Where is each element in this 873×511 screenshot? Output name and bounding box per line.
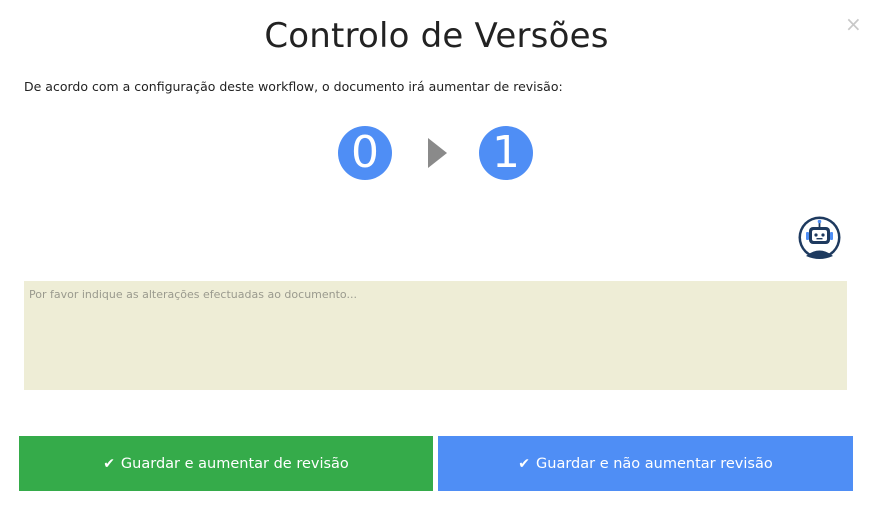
close-icon[interactable]: × [845,14,862,34]
version-change: 0 1 [0,126,873,180]
save-without-increase-button[interactable]: ✔ Guardar e não aumentar revisão [438,436,853,491]
dialog-title: Controlo de Versões [264,16,609,56]
current-version-badge: 0 [338,126,392,180]
check-icon: ✔ [518,456,531,472]
changes-notes-field[interactable] [24,281,847,390]
arrow-right-icon [428,138,447,168]
next-version-badge: 1 [479,126,533,180]
robot-icon[interactable] [797,215,842,260]
save-and-increase-revision-button[interactable]: ✔ Guardar e aumentar de revisão [19,436,433,491]
version-control-dialog: Controlo de Versões × De acordo com a co… [0,0,873,511]
save-without-increase-label: Guardar e não aumentar revisão [536,456,773,472]
save-and-increase-label: Guardar e aumentar de revisão [120,456,349,472]
workflow-description: De acordo com a configuração deste workf… [24,79,563,94]
check-icon: ✔ [103,456,115,472]
